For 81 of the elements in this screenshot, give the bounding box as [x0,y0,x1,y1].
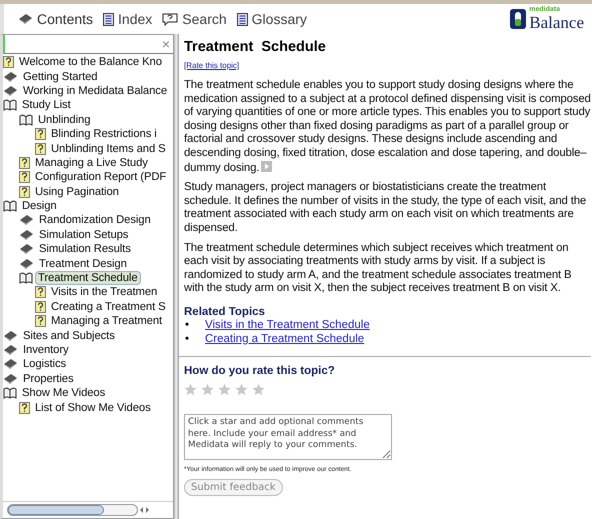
logo-name: Balance [529,12,584,32]
body-paragraph: The treatment schedule determines which subject receives which treatment on each visit by associating treatments with study arms by visit. If a subject is randomized to study arm A, and the treatment schedule associates treatment B with the study arm on visit X, then the subject receives treatment B on visit X. [184,242,572,296]
rating-question: How do you rate this topic? [184,365,336,378]
tree-item[interactable]: Simulation Setups [37,228,130,241]
tree-item[interactable]: Managing a Live Study [33,156,150,169]
book-icon [19,258,34,270]
star-icon[interactable] [218,383,231,396]
tree-item[interactable]: Properties [21,372,76,385]
document-icon [236,12,248,26]
related-topic-link[interactable]: Creating a Treatment Schedule [205,332,364,346]
tree-item[interactable]: Design [20,200,59,212]
tree-item[interactable]: Treatment Design [37,258,129,270]
tree-item[interactable]: Using Pagination [33,186,121,198]
body-paragraph: Study managers, project managers or biostatisticians create the treatment schedule. It defines the number of visits in the study, the type of each visit, and the treatment associated with each study arm on each visit on which treatments are dispensed. [184,181,588,236]
book-icon [3,70,18,83]
help-page-icon [35,300,46,313]
open-book-icon [3,387,17,400]
open-book-icon [19,114,33,126]
related-topic-link[interactable]: Visits in the Treatment Schedule [205,318,370,332]
tree-item[interactable]: Study List [20,99,73,112]
book-icon [3,358,18,370]
open-book-icon [19,272,33,284]
document-icon [103,12,114,26]
tree-item[interactable]: List of Show Me Videos [33,402,153,414]
tree-item[interactable]: Show Me Videos [20,387,108,400]
tree-item[interactable]: Blinding Restrictions i [49,128,159,140]
rate-topic-link[interactable]: [Rate this topic] [184,61,240,70]
tree-item[interactable]: Simulation Results [37,243,133,256]
capsule-logo-icon [510,9,526,29]
comment-field[interactable]: Click a star and add optional comments here. Include your email address* and Medidata will reply to your comments. [184,414,392,460]
star-icon[interactable] [201,383,214,396]
search-field[interactable]: × [3,35,173,54]
tree-item[interactable]: Configuration Report (PDF [33,171,168,184]
tree-item[interactable]: Unblinding [36,114,92,126]
help-page-icon [19,171,30,184]
tree-item[interactable]: Treatment Schedule [36,272,140,284]
tree-item[interactable]: Inventory [21,344,71,356]
book-icon [19,214,34,226]
toolbar-tab[interactable]: Glossary [234,11,309,27]
tree-item[interactable]: Unblinding Items and S [49,142,168,155]
help-page-icon [19,156,30,169]
open-book-icon [3,99,17,112]
toolbar-tab[interactable]: Contents [16,11,96,27]
tree-item[interactable]: Working in Medidata Balance [21,84,170,97]
help-page-icon [35,128,46,140]
book-icon [3,344,18,356]
tree-item[interactable]: Randomization Design [37,214,153,226]
help-page-icon [19,402,30,414]
open-book-icon [3,200,17,212]
tree-item[interactable]: Sites and Subjects [21,330,117,342]
star-icon[interactable] [235,383,248,396]
tree-item[interactable]: Logistics [21,358,68,370]
toolbar-tab[interactable]: Search [160,11,229,27]
book-icon [3,84,18,97]
bullet: • [184,332,190,346]
star-icon[interactable] [252,383,265,396]
help-page-icon [19,186,30,198]
tree-item[interactable]: Welcome to the Balance Kno [17,56,164,68]
speech-bubble-icon [162,12,178,26]
book-icon [3,330,18,342]
book-icon [19,243,34,256]
tree-item[interactable]: Creating a Treatment S [49,300,168,313]
bullet: • [184,318,190,332]
book-icon [3,372,18,385]
book-icon [18,13,33,25]
book-icon [19,228,34,241]
help-page-icon [35,315,46,328]
tree-item[interactable]: Getting Started [21,70,100,83]
help-page-icon [35,286,46,298]
tree-item[interactable]: Visits in the Treatmen [49,286,160,298]
topic-title: Treatment Schedule [184,39,327,55]
star-icon[interactable] [184,383,197,396]
help-page-icon [35,142,46,155]
help-page-icon [3,56,14,68]
body-paragraph: The treatment schedule enables you to support study dosing designs where the medication assigned to a subject at a protocol defined dispensing visit is composed of varying quantities of one or more article types. This enables you to support study dosing designs other than fixed dosing paradigms as part of a parallel group or factorial and crossover study designs. These designs include ascending and descending dosing, fixed titration, dose escalation and dose tapering, and double–dummy dosing. [184,79,591,176]
toolbar-tab[interactable]: Index [101,11,154,27]
related-topics-heading: Related Topics [184,306,266,318]
horizontal-scrollbar[interactable] [7,504,149,516]
expand-icon[interactable] [261,160,272,172]
clear-button[interactable]: × [162,36,170,52]
tree-item[interactable]: Managing a Treatment [49,315,164,328]
